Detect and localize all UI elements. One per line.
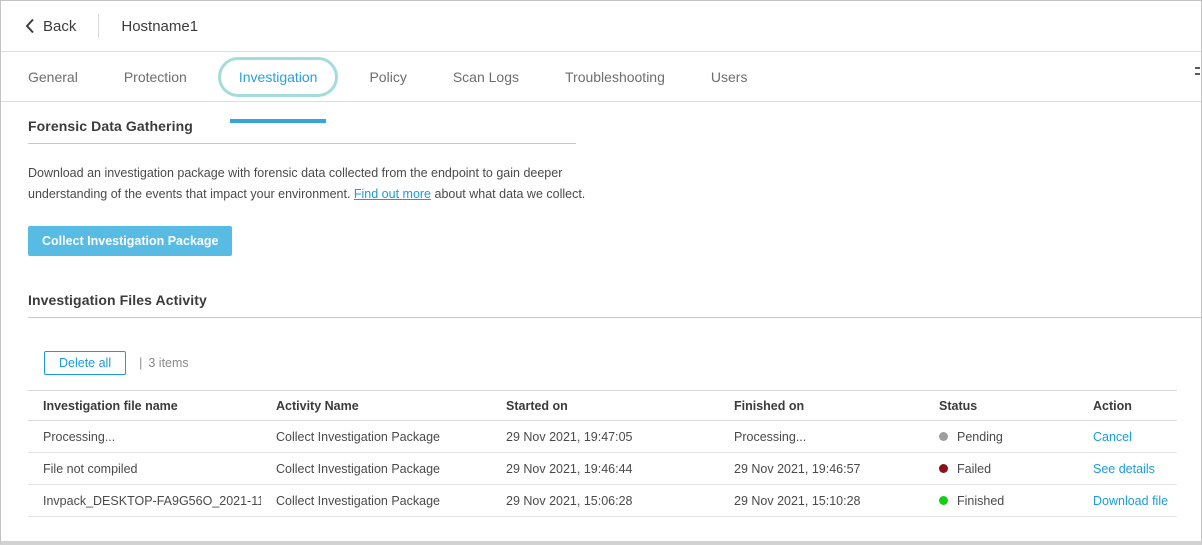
col-header-file-name: Investigation file name — [28, 399, 261, 413]
cell-finished-on: 29 Nov 2021, 15:10:28 — [719, 494, 924, 508]
chevron-left-icon — [25, 18, 35, 34]
cell-file-name: File not compiled — [28, 462, 261, 476]
top-bar: Back Hostname1 — [1, 1, 1201, 52]
tab-policy[interactable]: Policy — [346, 69, 429, 85]
find-out-more-link[interactable]: Find out more — [354, 187, 431, 201]
main-content: Forensic Data Gathering Download an inve… — [1, 102, 1201, 517]
cell-finished-on: Processing... — [719, 430, 924, 444]
cell-finished-on: 29 Nov 2021, 19:46:57 — [719, 462, 924, 476]
active-tab-underline — [230, 119, 326, 123]
tab-investigation-label: Investigation — [239, 69, 318, 85]
cell-activity-name: Collect Investigation Package — [261, 494, 491, 508]
tab-users[interactable]: Users — [688, 69, 771, 85]
table-header-row: Investigation file name Activity Name St… — [28, 390, 1177, 421]
active-tab-pill: Investigation — [218, 57, 339, 97]
tab-general[interactable]: General — [28, 69, 101, 85]
forensic-description: Download an investigation package with f… — [28, 163, 596, 204]
col-header-finished-on: Finished on — [719, 399, 924, 413]
list-toolbar: Delete all | 3 items — [44, 351, 1201, 375]
cell-status: Finished — [924, 494, 1078, 508]
status-dot-pending — [939, 432, 948, 441]
cell-file-name: Processing... — [28, 430, 261, 444]
activity-section-rule — [28, 317, 1202, 318]
status-label: Pending — [957, 430, 1003, 444]
cell-status: Pending — [924, 430, 1078, 444]
cell-activity-name: Collect Investigation Package — [261, 462, 491, 476]
tab-scan-logs[interactable]: Scan Logs — [430, 69, 542, 85]
back-label: Back — [43, 18, 76, 35]
back-button[interactable]: Back — [25, 18, 76, 35]
cell-started-on: 29 Nov 2021, 15:06:28 — [491, 494, 719, 508]
status-dot-finished — [939, 496, 948, 505]
header-divider — [98, 14, 99, 38]
forensic-section-rule — [28, 143, 576, 144]
tab-protection[interactable]: Protection — [101, 69, 210, 85]
description-text-after: about what data we collect. — [431, 187, 585, 201]
delete-all-button[interactable]: Delete all — [44, 351, 126, 375]
cancel-link[interactable]: Cancel — [1093, 430, 1132, 444]
col-header-status: Status — [924, 399, 1078, 413]
download-file-link[interactable]: Download file — [1093, 494, 1168, 508]
table-row: Invpack_DESKTOP-FA9G56O_2021-11. Collect… — [28, 485, 1177, 517]
cell-activity-name: Collect Investigation Package — [261, 430, 491, 444]
tab-bar: General Protection Investigation Policy … — [1, 52, 1201, 102]
tab-troubleshooting[interactable]: Troubleshooting — [542, 69, 688, 85]
table-row: Processing... Collect Investigation Pack… — [28, 421, 1177, 453]
col-header-activity-name: Activity Name — [261, 399, 491, 413]
cell-file-name: Invpack_DESKTOP-FA9G56O_2021-11. — [28, 494, 261, 508]
table-row: File not compiled Collect Investigation … — [28, 453, 1177, 485]
forensic-section-title: Forensic Data Gathering — [28, 118, 1201, 134]
col-header-action: Action — [1078, 399, 1177, 413]
status-dot-failed — [939, 464, 948, 473]
activity-section-title: Investigation Files Activity — [28, 292, 1201, 308]
items-count: 3 items — [148, 356, 188, 370]
status-label: Finished — [957, 494, 1004, 508]
investigation-files-table: Investigation file name Activity Name St… — [28, 390, 1177, 517]
forensic-section: Forensic Data Gathering Download an inve… — [28, 118, 1201, 256]
cell-status: Failed — [924, 462, 1078, 476]
tab-investigation[interactable]: Investigation — [210, 57, 347, 97]
see-details-link[interactable]: See details — [1093, 462, 1155, 476]
col-header-started-on: Started on — [491, 399, 719, 413]
count-separator: | — [139, 356, 142, 370]
collect-investigation-package-button[interactable]: Collect Investigation Package — [28, 226, 232, 256]
endpoint-details-page: Back Hostname1 General Protection Invest… — [0, 0, 1202, 545]
page-title: Hostname1 — [121, 18, 198, 35]
status-label: Failed — [957, 462, 991, 476]
cell-started-on: 29 Nov 2021, 19:47:05 — [491, 430, 719, 444]
cell-started-on: 29 Nov 2021, 19:46:44 — [491, 462, 719, 476]
overflow-menu-icon[interactable] — [1195, 67, 1200, 75]
activity-section: Investigation Files Activity Delete all … — [28, 292, 1201, 517]
